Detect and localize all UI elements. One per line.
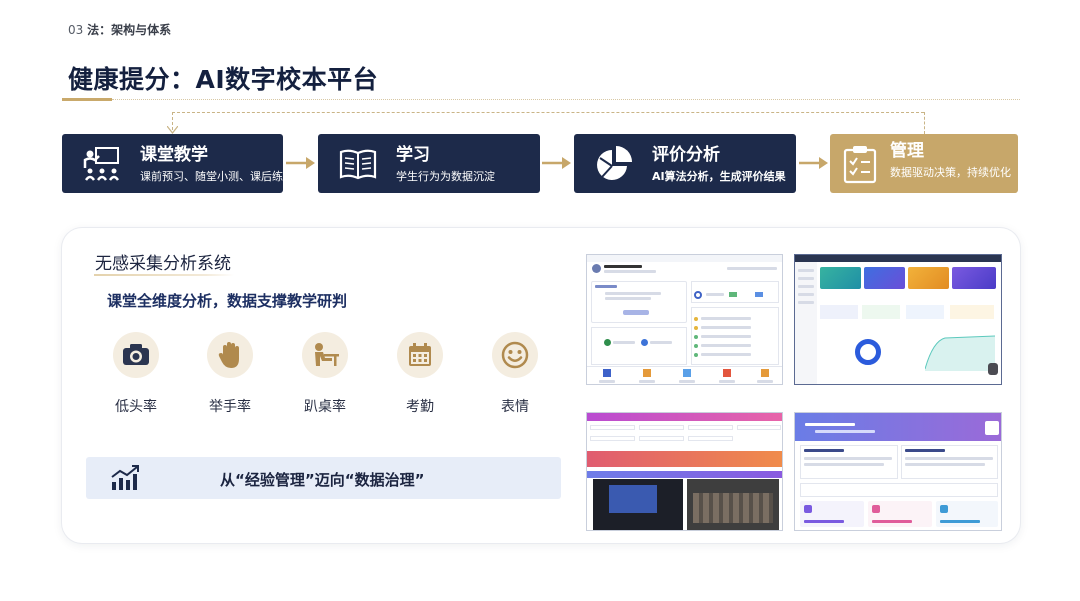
flow-step-teaching: 课堂教学 课前预习、随堂小测、课后练习: [62, 134, 294, 193]
section-tag: 03 法：架构与体系: [68, 21, 171, 38]
metric-label: 低头率: [115, 399, 157, 415]
flow-subtitle: 学生行为为数据沉淀: [396, 169, 495, 183]
book-icon: [332, 138, 384, 190]
flow-title: 课堂教学: [140, 144, 208, 165]
metric-label: 举手率: [209, 399, 251, 415]
title-underline: [62, 98, 112, 101]
metric-label: 趴桌率: [304, 399, 346, 415]
flow-title: 评价分析: [652, 144, 720, 165]
flow-title: 学习: [396, 144, 430, 165]
flow-title: 管理: [890, 140, 924, 161]
section-number: 03: [68, 23, 84, 37]
section-name: 法：架构与体系: [87, 23, 172, 37]
banner-text: 从“经验管理”迈向“数据治理”: [220, 471, 425, 489]
clipboard-icon: [838, 138, 882, 190]
page-title: 健康提分：AI数字校本平台: [68, 65, 379, 94]
card-subheading: 课堂全维度分析，数据支撑教学研判: [107, 292, 348, 310]
flow-subtitle: AI算法分析，生成评价结果: [652, 169, 786, 183]
metric-head-down: 低头率: [101, 332, 171, 416]
metric-label: 考勤: [406, 399, 434, 415]
flow-step-management: 管理 数据驱动决策，持续优化: [830, 134, 1018, 193]
desk-icon: [302, 332, 348, 378]
flow-arrow-1: [286, 157, 315, 169]
screenshot-student-dashboard: [586, 254, 783, 385]
metric-attendance: 考勤: [385, 332, 455, 416]
calendar-icon: [397, 332, 443, 378]
card-heading: 无感采集分析系统: [95, 254, 231, 274]
loop-line-top: [172, 112, 924, 113]
metric-desk-lying: 趴桌率: [290, 332, 360, 416]
flow-subtitle: 数据驱动决策，持续优化: [890, 165, 1011, 179]
flow-arrow-3: [799, 157, 828, 169]
metric-label: 表情: [501, 399, 529, 415]
card-heading-underline: [94, 274, 234, 276]
flow-subtitle: 课前预习、随堂小测、课后练习: [140, 169, 294, 183]
screenshot-analysis-report: [794, 412, 1002, 531]
pie-chart-icon: [588, 138, 640, 190]
screenshot-management-dashboard: [794, 254, 1002, 385]
bar-growth-icon: [111, 465, 139, 490]
hand-icon: [207, 332, 253, 378]
flow-step-evaluation: 评价分析 AI算法分析，生成评价结果: [574, 134, 796, 193]
flow-step-learning: 学习 学生行为为数据沉淀: [318, 134, 540, 193]
smile-icon: [492, 332, 538, 378]
data-governance-banner: 从“经验管理”迈向“数据治理”: [86, 457, 561, 499]
camera-icon: [113, 332, 159, 378]
flow-arrow-2: [542, 157, 571, 169]
loop-arrowhead: [167, 126, 178, 134]
title-rule: [112, 99, 1020, 100]
metric-hand-raise: 举手率: [195, 332, 265, 416]
teacher-icon: [76, 138, 128, 190]
screenshot-classroom-video: [586, 412, 783, 531]
loop-line-right: [924, 112, 925, 134]
metric-expression: 表情: [480, 332, 550, 416]
